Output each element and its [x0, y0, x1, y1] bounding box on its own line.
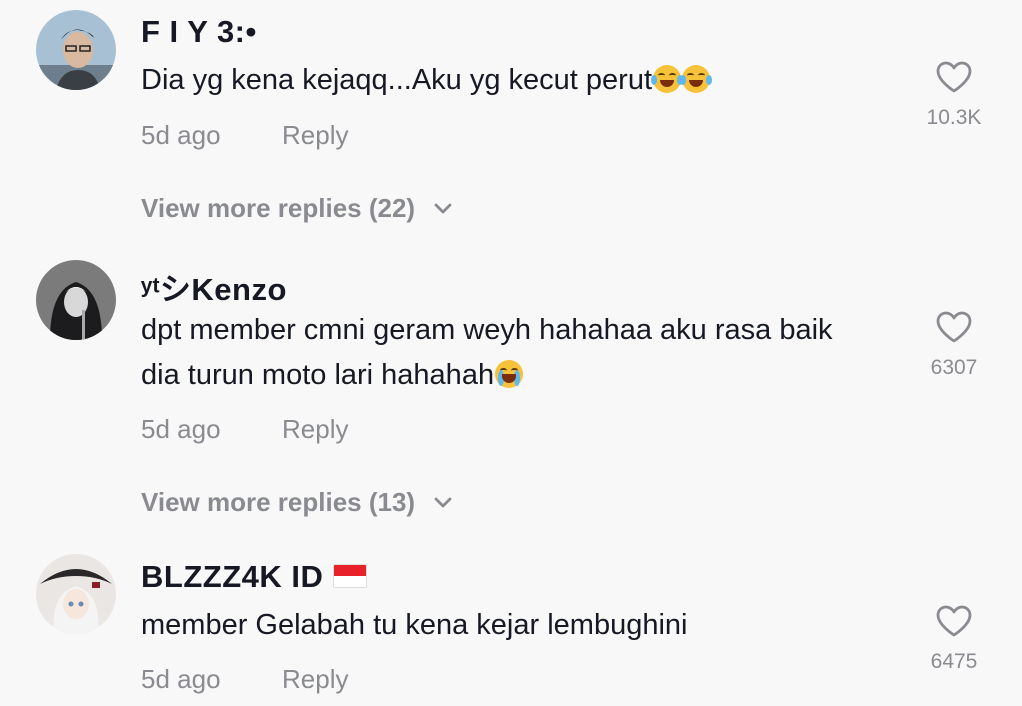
view-more-replies-button[interactable]: View more replies (22): [141, 193, 453, 224]
tears-of-joy-emoji-icon: [680, 65, 713, 93]
reply-button[interactable]: Reply: [282, 414, 348, 445]
comment-text-line: dpt member cmni geram weyh hahahaa aku r…: [141, 314, 833, 346]
tears-of-joy-emoji-icon: [651, 65, 684, 93]
comment-text: dpt member cmni geram weyh hahahaa aku r…: [141, 308, 911, 398]
view-more-replies-label: View more replies (22): [141, 193, 416, 223]
loudly-crying-face-emoji-icon: [495, 360, 524, 388]
comment-username[interactable]: F I Y 3:•: [141, 14, 257, 50]
like-button[interactable]: 6475: [924, 604, 984, 674]
heart-icon: [936, 605, 972, 637]
comment-username[interactable]: BLZZZ4K ID: [141, 559, 368, 595]
comment-text-content: dia turun moto lari hahahah: [141, 359, 495, 391]
chevron-down-icon: [434, 497, 452, 507]
reply-button[interactable]: Reply: [282, 664, 348, 695]
indonesia-flag-icon: [333, 564, 368, 588]
heart-icon: [936, 311, 972, 343]
comment-username[interactable]: ʸᵗシKenzo: [141, 264, 287, 309]
view-more-replies-label: View more replies (13): [141, 487, 416, 517]
like-count: 6475: [930, 650, 978, 673]
comment-timestamp: 5d ago: [141, 414, 221, 444]
comment-text: Dia yg kena kejaqq...Aku yg kecut perut: [141, 58, 911, 103]
avatar-image: [36, 260, 116, 340]
avatar[interactable]: [36, 10, 116, 90]
avatar[interactable]: [36, 260, 116, 340]
comment-text-content: Dia yg kena kejaqq...Aku yg kecut perut: [141, 64, 653, 96]
comment-text-line-2: dia turun moto lari hahahah: [141, 353, 911, 398]
comment-text: member Gelabah tu kena kejar lembughini: [141, 603, 911, 648]
like-count: 10.3K: [926, 106, 982, 129]
chevron-down-icon: [434, 203, 452, 213]
comment-text-content: member Gelabah tu kena kejar lembughini: [141, 609, 688, 641]
comment-timestamp: 5d ago: [141, 664, 221, 694]
heart-icon: [936, 61, 972, 93]
avatar[interactable]: [36, 554, 116, 634]
view-more-replies-button[interactable]: View more replies (13): [141, 487, 453, 518]
like-button[interactable]: 6307: [924, 310, 984, 380]
comment-timestamp: 5d ago: [141, 120, 221, 150]
like-count: 6307: [930, 356, 978, 379]
avatar-image: [36, 554, 116, 634]
avatar-image: [36, 10, 116, 90]
username-text: BLZZZ4K ID: [141, 559, 324, 594]
reply-button[interactable]: Reply: [282, 120, 348, 151]
like-button[interactable]: 10.3K: [924, 60, 984, 130]
